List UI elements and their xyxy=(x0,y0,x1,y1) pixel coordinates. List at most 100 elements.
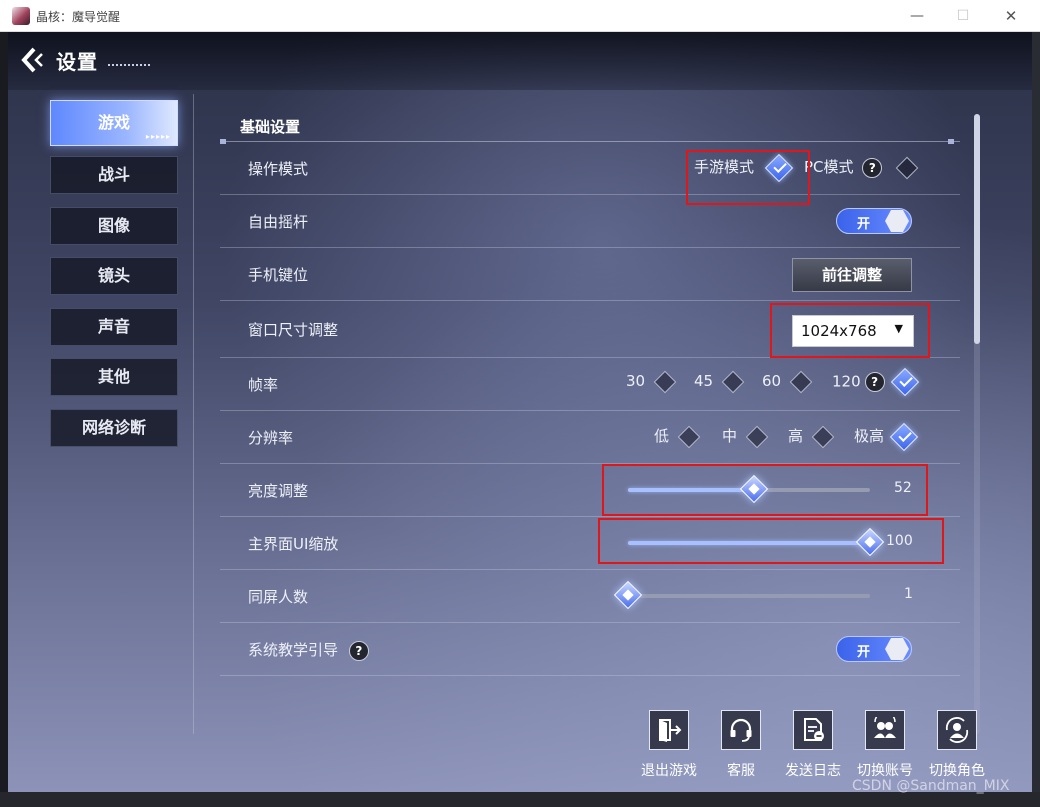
page-title: 设置 xyxy=(56,50,98,74)
row-label: 分辨率 xyxy=(248,429,294,447)
option-label: 45 xyxy=(694,372,714,390)
players-slider[interactable] xyxy=(613,580,870,610)
back-arrow-icon[interactable] xyxy=(20,46,46,74)
option-pc-mode[interactable]: PC模式 ? xyxy=(804,156,919,179)
unchecked-diamond-icon xyxy=(745,425,769,448)
section-header: 基础设置 xyxy=(220,114,960,144)
option-label: 30 xyxy=(626,372,646,390)
settings-panel: 基础设置 操作模式 手游模式 PC模式 ? 自由摇杆 开 手机键位 前往调整 窗… xyxy=(220,114,960,676)
window-titlebar: 晶核：魔导觉醒 — ☐ ✕ xyxy=(0,0,1040,32)
option-fps-30[interactable]: 30 xyxy=(626,370,677,393)
row-label: 同屏人数 xyxy=(248,588,309,606)
row-resolution: 分辨率 低 中 高 极高 xyxy=(220,411,960,464)
tutorial-toggle[interactable]: 开 xyxy=(836,636,912,662)
row-label: 系统教学引导 ? xyxy=(248,639,369,661)
checked-diamond-icon xyxy=(889,422,919,451)
action-label: 发送日志 xyxy=(785,763,841,779)
switch-character-icon xyxy=(937,710,977,750)
maximize-button[interactable]: ☐ xyxy=(948,4,978,28)
app-root: 晶核：魔导觉醒 — ☐ ✕ 设置 游戏 ▸▸▸▸▸ 战斗 图像 镜头 声音 其他… xyxy=(0,0,1040,807)
help-icon[interactable]: ? xyxy=(862,157,883,178)
option-label: 低 xyxy=(654,427,670,445)
customer-service-button[interactable]: 客服 xyxy=(710,710,772,790)
nav-tab-network[interactable]: 网络诊断 xyxy=(50,408,178,447)
title-decoration xyxy=(108,64,150,68)
help-icon[interactable]: ? xyxy=(864,372,885,392)
nav-tab-game[interactable]: 游戏 ▸▸▸▸▸ xyxy=(50,100,178,146)
option-label: 高 xyxy=(788,427,804,445)
unchecked-diamond-icon xyxy=(677,425,701,448)
nav-tab-graphics[interactable]: 图像 xyxy=(50,206,178,245)
row-players-on-screen: 同屏人数 1 xyxy=(220,570,960,623)
help-icon[interactable]: ? xyxy=(348,640,369,661)
nav-tab-label: 游戏 xyxy=(97,113,130,132)
highlight-box xyxy=(770,303,930,358)
action-label: 切换账号 xyxy=(857,763,913,779)
row-label: 自由摇杆 xyxy=(248,213,309,231)
row-label: 窗口尺寸调整 xyxy=(248,321,339,339)
option-fps-45[interactable]: 45 xyxy=(694,370,745,393)
nav-tab-sound[interactable]: 声音 xyxy=(50,307,178,346)
slider-thumb[interactable] xyxy=(613,580,643,610)
free-joystick-toggle[interactable]: 开 xyxy=(836,208,912,234)
scrollbar-thumb[interactable] xyxy=(974,114,980,344)
option-res-low[interactable]: 低 xyxy=(654,425,701,448)
background-strip xyxy=(0,792,1040,807)
section-title: 基础设置 xyxy=(240,118,301,136)
nav-tab-other[interactable]: 其他 xyxy=(50,358,178,396)
option-fps-120[interactable]: 120? xyxy=(832,367,919,397)
highlight-box xyxy=(602,464,928,516)
option-res-ultra[interactable]: 极高 xyxy=(854,422,919,451)
unchecked-diamond-icon xyxy=(721,370,745,393)
switch-account-icon xyxy=(865,710,905,750)
row-label: 帧率 xyxy=(248,376,279,394)
row-control-mode: 操作模式 手游模式 PC模式 ? xyxy=(220,142,960,205)
arrows-icon: ▸▸▸▸▸ xyxy=(145,132,171,141)
row-tutorial: 系统教学引导 ? 开 xyxy=(220,623,960,676)
unchecked-diamond-icon xyxy=(653,370,677,393)
game-window: 设置 游戏 ▸▸▸▸▸ 战斗 图像 镜头 声音 其他 网络诊断 基础设置 操作模… xyxy=(8,32,1032,792)
settings-scrollbar[interactable] xyxy=(974,114,980,734)
unchecked-diamond-icon xyxy=(895,156,919,179)
minimize-button[interactable]: — xyxy=(902,4,932,28)
row-fps: 帧率 30 45 60 120? xyxy=(220,358,960,411)
background-strip xyxy=(0,32,8,807)
option-label: 120 xyxy=(832,372,861,391)
headset-icon xyxy=(721,710,761,750)
log-file-icon xyxy=(793,710,833,750)
nav-tab-label: 战斗 xyxy=(97,165,130,184)
adjust-keys-button[interactable]: 前往调整 xyxy=(792,258,912,292)
row-label: 亮度调整 xyxy=(248,482,309,500)
option-label: 极高 xyxy=(854,427,885,445)
row-free-joystick: 自由摇杆 开 xyxy=(220,195,960,248)
option-label: 60 xyxy=(762,372,782,390)
highlight-box xyxy=(598,518,944,564)
row-brightness: 亮度调整 52 xyxy=(220,464,960,517)
send-log-button[interactable]: 发送日志 xyxy=(782,710,844,790)
option-res-mid[interactable]: 中 xyxy=(722,425,769,448)
row-phone-keys: 手机键位 前往调整 xyxy=(220,248,960,301)
row-ui-scale: 主界面UI缩放 100 xyxy=(220,517,960,570)
toggle-label: 开 xyxy=(857,645,871,660)
action-label: 退出游戏 xyxy=(641,763,697,779)
unchecked-diamond-icon xyxy=(789,370,813,393)
nav-tab-label: 镜头 xyxy=(97,266,130,285)
checked-diamond-icon xyxy=(890,367,919,397)
close-button[interactable]: ✕ xyxy=(996,4,1026,28)
option-fps-60[interactable]: 60 xyxy=(762,370,813,393)
nav-tab-combat[interactable]: 战斗 xyxy=(50,156,178,194)
option-res-high[interactable]: 高 xyxy=(788,425,835,448)
app-icon xyxy=(12,7,30,25)
nav-tab-camera[interactable]: 镜头 xyxy=(50,257,178,295)
action-label: 切换角色 xyxy=(929,763,985,779)
option-label: 中 xyxy=(722,427,738,445)
nav-tab-label: 网络诊断 xyxy=(81,417,146,437)
watermark: CSDN @Sandman_MIX xyxy=(852,778,1010,794)
row-window-size: 窗口尺寸调整 1024x768 ▼ xyxy=(220,301,960,358)
panel-divider xyxy=(193,94,194,734)
nav-tab-label: 图像 xyxy=(97,215,130,235)
exit-game-button[interactable]: 退出游戏 xyxy=(638,710,700,790)
option-label: PC模式 xyxy=(804,158,854,176)
action-label: 客服 xyxy=(727,763,755,779)
row-label: 主界面UI缩放 xyxy=(248,535,339,553)
